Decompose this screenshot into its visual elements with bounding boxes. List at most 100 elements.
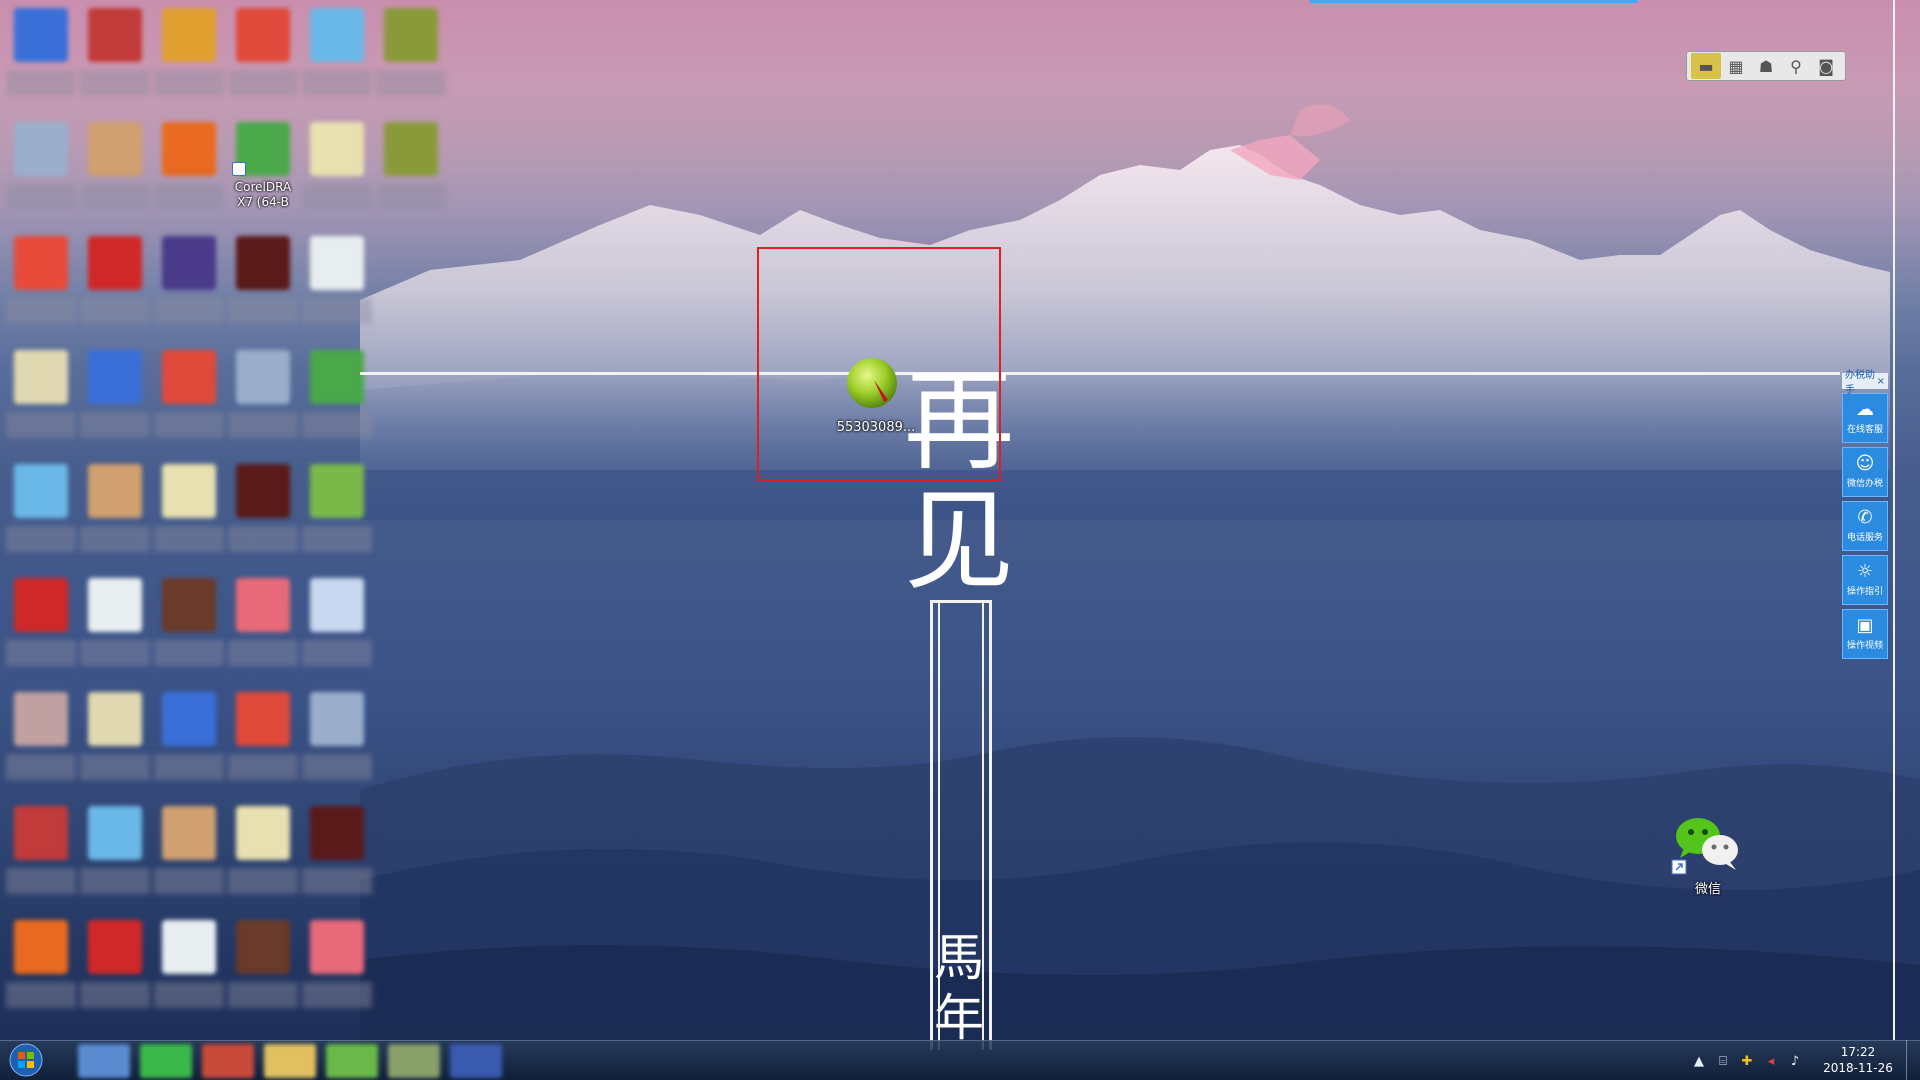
- app-icon: [88, 122, 142, 176]
- desktop-icon[interactable]: [300, 916, 374, 1024]
- operation-guide-button[interactable]: ☼ 操作指引: [1842, 555, 1888, 605]
- desktop-icon-label: CorelDRA X7 (64-B: [234, 180, 292, 209]
- desktop-icon[interactable]: [78, 232, 152, 340]
- blurred-label: [154, 298, 224, 324]
- network-icon[interactable]: ⌸: [1714, 1052, 1732, 1070]
- desktop-icon[interactable]: [78, 688, 152, 796]
- desktop-icon[interactable]: [300, 118, 374, 226]
- taskbar-app-button[interactable]: [202, 1044, 254, 1078]
- blurred-label: [80, 982, 150, 1008]
- desktop-icon[interactable]: [78, 346, 152, 454]
- tray-expand-icon[interactable]: ▲: [1690, 1052, 1708, 1070]
- desktop-icon[interactable]: [226, 460, 300, 568]
- tax-assistant-panel: 办税助手 × ☁ 在线客服 ☺ 微信办税 ✆ 电话服务 ☼ 操作指引 ▣ 操作视…: [1842, 370, 1888, 659]
- desktop-icon[interactable]: [4, 916, 78, 1024]
- desktop-icon[interactable]: [78, 802, 152, 910]
- desktop-icon[interactable]: [78, 118, 152, 226]
- app-icon: [14, 236, 68, 290]
- desktop-icon[interactable]: [300, 346, 374, 454]
- desktop-icon[interactable]: [4, 574, 78, 682]
- blurred-label: [228, 526, 298, 552]
- desktop-icon[interactable]: [226, 574, 300, 682]
- contacts-icon[interactable]: ☗: [1751, 53, 1781, 79]
- start-button[interactable]: [6, 1042, 46, 1078]
- desktop-icon[interactable]: [78, 916, 152, 1024]
- desktop-icon[interactable]: [4, 232, 78, 340]
- desktop-icon[interactable]: [300, 4, 374, 112]
- taskbar-app-button[interactable]: [450, 1044, 502, 1078]
- desktop-icon[interactable]: [300, 688, 374, 796]
- desktop-icon-wechat[interactable]: 微信: [1668, 810, 1748, 910]
- blurred-label: [80, 70, 150, 96]
- taskbar-app-button[interactable]: [78, 1044, 130, 1078]
- taskbar-clock[interactable]: 17:22 2018-11-26: [1816, 1044, 1900, 1078]
- desktop-icon[interactable]: [152, 346, 226, 454]
- desktop-icon[interactable]: [300, 460, 374, 568]
- app-icon: [162, 806, 216, 860]
- mute-flag-icon[interactable]: ◂: [1762, 1052, 1780, 1070]
- note-icon[interactable]: ▬: [1691, 53, 1721, 79]
- desktop-icon-selected-file[interactable]: 55303089...: [826, 350, 926, 440]
- blurred-label: [154, 754, 224, 780]
- desktop-icon[interactable]: [4, 4, 78, 112]
- search-icon[interactable]: ⚲: [1781, 53, 1811, 79]
- desktop-icon[interactable]: [152, 118, 226, 226]
- desktop-icon[interactable]: [374, 4, 448, 112]
- desktop-icon[interactable]: [226, 916, 300, 1024]
- show-desktop-button[interactable]: [1906, 1040, 1920, 1080]
- desktop-icon[interactable]: [226, 232, 300, 340]
- desktop-icon[interactable]: [4, 688, 78, 796]
- security-icon[interactable]: ✚: [1738, 1052, 1756, 1070]
- desktop-icon[interactable]: [4, 802, 78, 910]
- desktop-icon[interactable]: [300, 574, 374, 682]
- desktop-icon[interactable]: [4, 118, 78, 226]
- desktop-icon[interactable]: [374, 118, 448, 226]
- calendar-icon[interactable]: ▦: [1721, 53, 1751, 79]
- taskbar-app-button[interactable]: [388, 1044, 440, 1078]
- desktop-icon[interactable]: [78, 574, 152, 682]
- desktop-icon[interactable]: [152, 802, 226, 910]
- app-icon: [14, 920, 68, 974]
- desktop-icon[interactable]: [152, 574, 226, 682]
- desktop-icon[interactable]: [152, 916, 226, 1024]
- camera-icon[interactable]: ◙: [1811, 53, 1841, 79]
- desktop-icon[interactable]: [300, 802, 374, 910]
- close-icon[interactable]: ×: [1877, 376, 1885, 387]
- blurred-label: [228, 70, 298, 96]
- taskbar-app-button[interactable]: [140, 1044, 192, 1078]
- taskbar-app-button[interactable]: [264, 1044, 316, 1078]
- desktop[interactable]: CorelDRA X7 (64-B 再 见 馬 年 55303089... ▬ …: [0, 0, 1920, 1080]
- desktop-icon[interactable]: [4, 460, 78, 568]
- video-icon: ▣: [1856, 615, 1874, 636]
- desktop-icon[interactable]: [226, 346, 300, 454]
- taskbar-app-button[interactable]: [326, 1044, 378, 1078]
- wechat-tax-button[interactable]: ☺ 微信办税: [1842, 447, 1888, 497]
- app-icon: [88, 350, 142, 404]
- floating-tool-bar: ▬ ▦ ☗ ⚲ ◙: [1686, 51, 1846, 81]
- phone-service-button[interactable]: ✆ 电话服务: [1842, 501, 1888, 551]
- desktop-icon[interactable]: [4, 346, 78, 454]
- blurred-label: [376, 184, 446, 210]
- desktop-icon[interactable]: CorelDRA X7 (64-B: [226, 118, 300, 226]
- calligraphy-char-nian: 年: [934, 989, 984, 1047]
- online-service-button[interactable]: ☁ 在线客服: [1842, 393, 1888, 443]
- desktop-icon[interactable]: [78, 4, 152, 112]
- desktop-icon[interactable]: [152, 460, 226, 568]
- blurred-label: [154, 184, 224, 210]
- desktop-icon[interactable]: [152, 232, 226, 340]
- desktop-icon[interactable]: [152, 4, 226, 112]
- desktop-icon[interactable]: [226, 4, 300, 112]
- blurred-label: [228, 640, 298, 666]
- app-icon: [14, 692, 68, 746]
- volume-icon[interactable]: ♪: [1786, 1052, 1804, 1070]
- blurred-label: [154, 982, 224, 1008]
- desktop-icon[interactable]: [226, 802, 300, 910]
- operation-video-button[interactable]: ▣ 操作视频: [1842, 609, 1888, 659]
- blurred-label: [302, 526, 372, 552]
- desktop-icon[interactable]: [300, 232, 374, 340]
- app-icon: [88, 578, 142, 632]
- desktop-icon[interactable]: [152, 688, 226, 796]
- desktop-icon[interactable]: [226, 688, 300, 796]
- app-icon: [14, 806, 68, 860]
- desktop-icon[interactable]: [78, 460, 152, 568]
